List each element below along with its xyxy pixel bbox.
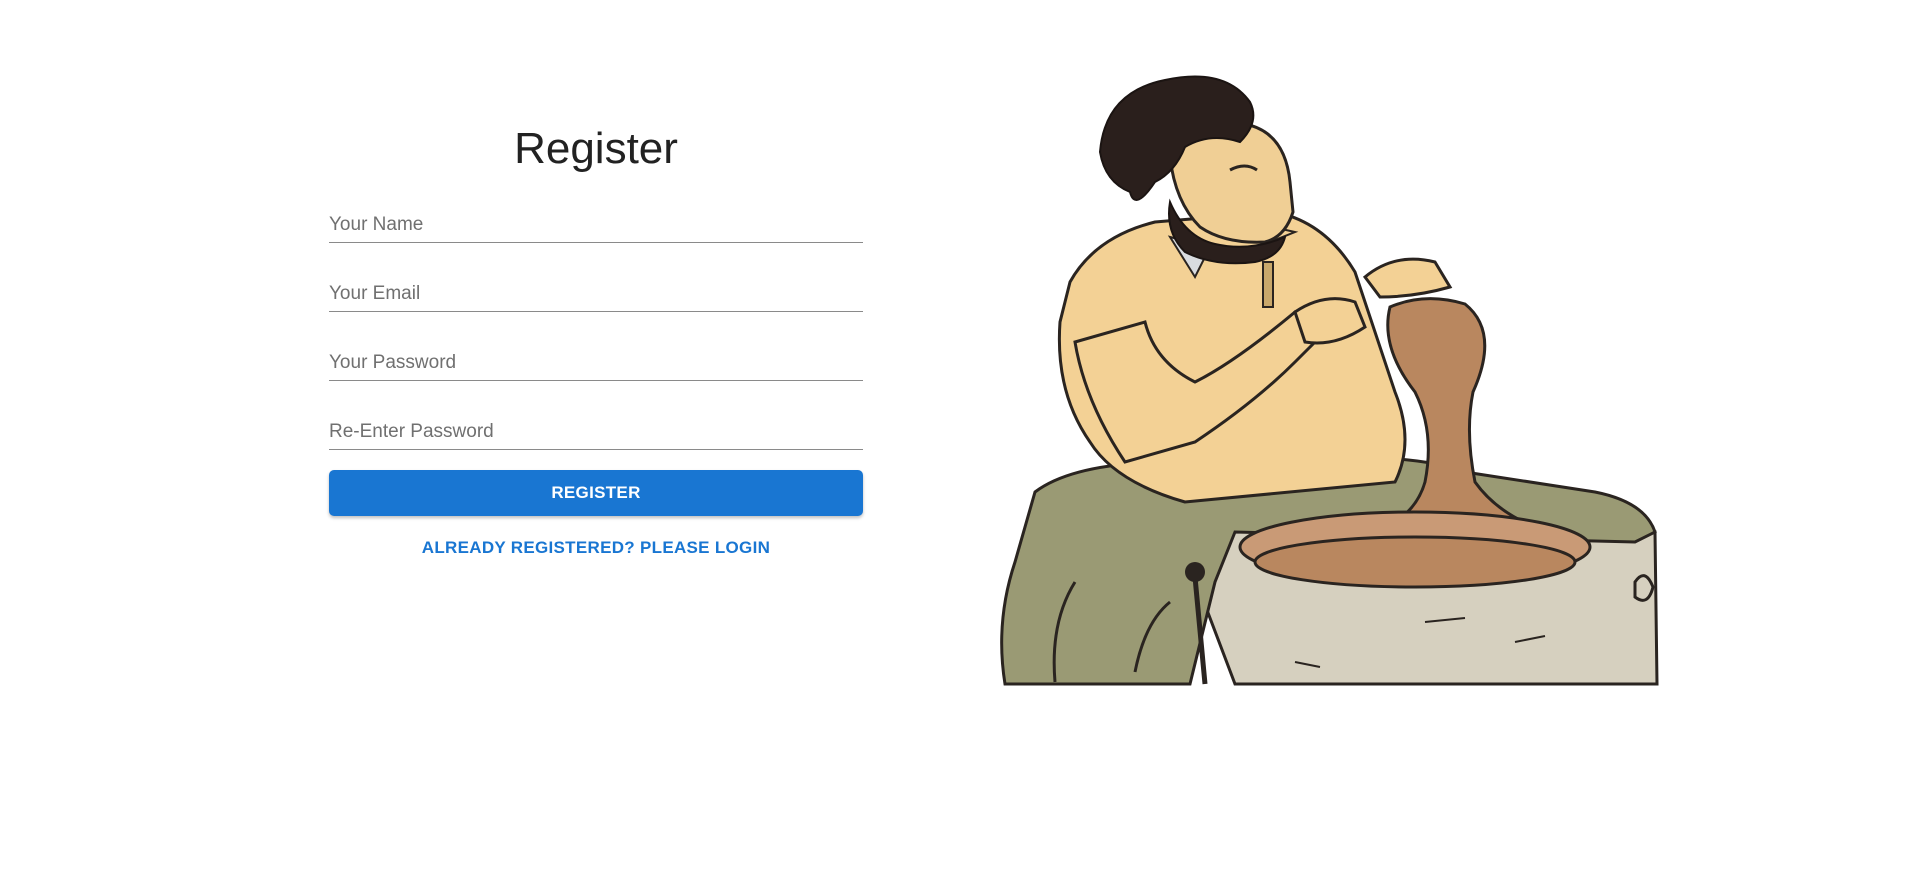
password-field-container xyxy=(329,330,863,381)
form-fields xyxy=(329,192,863,450)
potter-illustration xyxy=(995,62,1661,687)
reenter-password-input[interactable] xyxy=(329,421,863,443)
email-input[interactable] xyxy=(329,283,863,305)
password-input[interactable] xyxy=(329,352,863,374)
potter-illustration-image xyxy=(1000,75,1659,686)
register-form: Register REGISTER ALREADY REGISTERED? PL… xyxy=(329,118,863,558)
login-link[interactable]: ALREADY REGISTERED? PLEASE LOGIN xyxy=(329,538,863,558)
name-field-container xyxy=(329,192,863,243)
email-field-container xyxy=(329,261,863,312)
register-page: Register REGISTER ALREADY REGISTERED? PL… xyxy=(0,0,1907,890)
reenter-password-field-container xyxy=(329,399,863,450)
register-button[interactable]: REGISTER xyxy=(329,470,863,516)
page-title: Register xyxy=(514,124,678,173)
name-input[interactable] xyxy=(329,214,863,236)
